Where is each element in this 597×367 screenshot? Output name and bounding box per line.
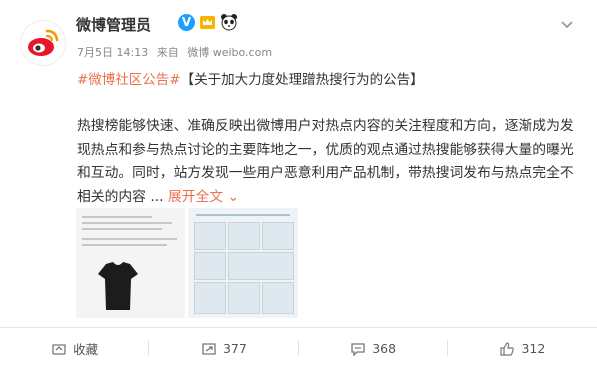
post-image-2[interactable] (188, 208, 298, 318)
author-name[interactable]: 微博管理员 (76, 14, 151, 35)
chevron-down-icon[interactable] (559, 16, 575, 32)
comment-count: 368 (372, 341, 397, 356)
weibo-logo-icon (28, 29, 59, 56)
topic-link[interactable]: #微博社区公告# (77, 72, 181, 88)
post-title: 【关于加大力度处理蹭热搜行为的公告】 (180, 72, 424, 88)
post-time[interactable]: 7月5日 14:13 (77, 46, 148, 59)
action-bar: 收藏 377 368 312 (0, 330, 597, 367)
panda-badge-icon (221, 14, 237, 31)
like-icon (500, 341, 515, 356)
post-body: 热搜榜能够快速、准确反映出微博用户对热点内容的关注程度和方向，逐渐成为发现热点和… (77, 115, 577, 209)
verified-badge: V (178, 13, 195, 31)
divider (0, 327, 597, 328)
like-count: 312 (521, 341, 546, 356)
expand-full-text-link[interactable]: 展开全文 ⌄ (168, 189, 239, 205)
favorite-button[interactable]: 收藏 (0, 330, 150, 367)
post-images (76, 208, 298, 318)
repost-count: 377 (222, 341, 247, 356)
author-badges: V (178, 13, 238, 31)
post-source[interactable]: 微博 weibo.com (187, 46, 272, 59)
post-meta: 7月5日 14:13 来自 微博 weibo.com (77, 44, 277, 60)
source-prefix: 来自 (156, 46, 179, 59)
repost-button[interactable]: 377 (149, 330, 299, 367)
author-avatar[interactable] (20, 20, 66, 66)
comment-button[interactable]: 368 (299, 330, 449, 367)
favorite-label: 收藏 (73, 342, 99, 357)
comment-icon (351, 342, 365, 357)
forward-icon (52, 343, 66, 355)
post-text: 热搜榜能够快速、准确反映出微博用户对热点内容的关注程度和方向，逐渐成为发现热点和… (77, 118, 574, 205)
tshirt-icon (98, 262, 138, 310)
repost-icon (202, 342, 216, 355)
like-button[interactable]: 312 (448, 330, 597, 367)
post-headline: #微博社区公告#【关于加大力度处理蹭热搜行为的公告】 (77, 68, 424, 88)
crown-badge-icon (200, 15, 215, 29)
post-image-1[interactable] (76, 208, 185, 318)
